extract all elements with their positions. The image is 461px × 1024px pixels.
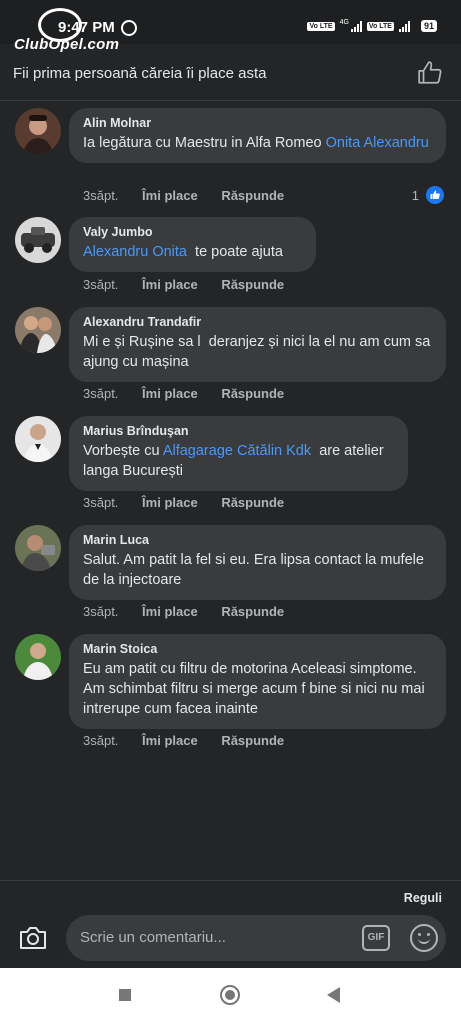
like-button[interactable]: Îmi place xyxy=(142,733,198,748)
comment-bubble[interactable]: Alin Molnar Ia legătura cu Maestru in Al… xyxy=(69,108,446,163)
battery-icon: 91 xyxy=(420,20,437,32)
avatar[interactable] xyxy=(15,217,61,263)
comment-author[interactable]: Alin Molnar xyxy=(83,116,432,130)
like-button[interactable]: Îmi place xyxy=(142,495,198,510)
comment-input-placeholder: Scrie un comentariu... xyxy=(80,929,226,946)
comment-author[interactable]: Marin Stoica xyxy=(83,642,432,656)
comment-bubble[interactable]: Valy Jumbo Alexandru Onita te poate ajut… xyxy=(69,217,316,272)
like-button[interactable]: Îmi place xyxy=(142,277,198,292)
signal-icon-2 xyxy=(398,20,410,32)
comment-age: 3săpt. xyxy=(83,495,119,510)
comment-text: Alexandru Onita te poate ajuta xyxy=(83,244,283,260)
volte-icon-2: Vo LTE xyxy=(366,21,394,31)
comment-input[interactable]: Scrie un comentariu... GIF xyxy=(66,915,446,961)
comment-author[interactable]: Marin Luca xyxy=(83,533,432,547)
comment-actions: 3săpt. Îmi place Răspunde xyxy=(83,495,304,510)
comment-age: 3săpt. xyxy=(83,733,119,748)
comment-text: Salut. Am patit la fel si eu. Era lipsa … xyxy=(83,552,424,588)
avatar[interactable] xyxy=(15,108,61,154)
comment-actions: 3săpt. Îmi place Răspunde xyxy=(83,386,304,401)
network-type: 4G xyxy=(339,18,349,26)
system-nav-bar xyxy=(0,968,461,1024)
thumbs-up-outline-icon[interactable] xyxy=(417,60,443,86)
home-icon[interactable] xyxy=(220,985,240,1005)
comment-author[interactable]: Marius Brînduşan xyxy=(83,424,394,438)
comment-actions: 3săpt. Îmi place Răspunde xyxy=(83,733,304,748)
avatar[interactable] xyxy=(15,307,61,353)
comment-author[interactable]: Valy Jumbo xyxy=(83,225,302,239)
reaction-number: 1 xyxy=(411,187,419,203)
back-icon[interactable] xyxy=(327,987,340,1003)
whatsapp-icon xyxy=(121,20,137,36)
comment-text: Vorbește cu Alfagarage Cătălin Kdk are a… xyxy=(83,443,388,479)
reply-button[interactable]: Răspunde xyxy=(221,188,284,203)
header-text: Fii prima persoană căreia îi place asta xyxy=(13,65,267,82)
reply-button[interactable]: Răspunde xyxy=(221,386,284,401)
recents-icon[interactable] xyxy=(119,989,131,1001)
reply-button[interactable]: Răspunde xyxy=(221,604,284,619)
camera-icon[interactable] xyxy=(18,925,48,951)
volte-icon: Vo LTE xyxy=(307,21,335,31)
reply-button[interactable]: Răspunde xyxy=(221,733,284,748)
status-indicators: Vo LTE 4G Vo LTE 91 xyxy=(307,18,437,32)
mention-link[interactable]: Onita Alexandru xyxy=(326,135,429,151)
emoji-icon[interactable] xyxy=(410,924,438,952)
reply-button[interactable]: Răspunde xyxy=(221,277,284,292)
signal-icon xyxy=(350,20,362,32)
comment-age: 3săpt. xyxy=(83,604,119,619)
like-button[interactable]: Îmi place xyxy=(142,188,198,203)
comment-text: Eu am patit cu filtru de motorina Acelea… xyxy=(83,661,425,717)
like-button[interactable]: Îmi place xyxy=(142,386,198,401)
like-button[interactable]: Îmi place xyxy=(142,604,198,619)
status-bar: 9:47 PM ClubOpel.com Vo LTE 4G Vo LTE 91 xyxy=(0,0,461,53)
comment-age: 3săpt. xyxy=(83,277,119,292)
mention-link[interactable]: Alfagarage Cătălin Kdk xyxy=(163,443,311,459)
comment-bubble[interactable]: Alexandru Trandafir Mi e și Rușine sa l … xyxy=(69,307,446,382)
rules-bar: Reguli xyxy=(0,880,461,913)
rules-link[interactable]: Reguli xyxy=(404,891,442,905)
reaction-count[interactable]: 1 xyxy=(412,185,445,205)
comment-actions: 3săpt. Îmi place Răspunde xyxy=(83,277,304,292)
avatar[interactable] xyxy=(15,634,61,680)
comment-author[interactable]: Alexandru Trandafir xyxy=(83,315,432,329)
comment-text: Ia legătura cu Maestru in Alfa Romeo Oni… xyxy=(83,135,429,151)
comment-bubble[interactable]: Marin Luca Salut. Am patit la fel si eu.… xyxy=(69,525,446,600)
comment-text: Mi e și Rușine sa l deranjez și nici la … xyxy=(83,334,435,370)
reactions-header: Fii prima persoană căreia îi place asta xyxy=(0,44,461,101)
reply-button[interactable]: Răspunde xyxy=(221,495,284,510)
mention-link[interactable]: Alexandru Onita xyxy=(83,244,187,260)
gif-button[interactable]: GIF xyxy=(362,925,390,951)
comment-bubble[interactable]: Marin Stoica Eu am patit cu filtru de mo… xyxy=(69,634,446,729)
comment-age: 3săpt. xyxy=(83,188,119,203)
like-reaction-icon xyxy=(425,185,445,205)
avatar[interactable] xyxy=(15,525,61,571)
avatar[interactable] xyxy=(15,416,61,462)
comment-age: 3săpt. xyxy=(83,386,119,401)
comment-actions: 3săpt. Îmi place Răspunde xyxy=(83,604,304,619)
status-time: 9:47 PM xyxy=(58,19,115,36)
comment-bubble[interactable]: Marius Brînduşan Vorbește cu Alfagarage … xyxy=(69,416,408,491)
comment-actions: 3săpt. Îmi place Răspunde xyxy=(83,188,304,203)
